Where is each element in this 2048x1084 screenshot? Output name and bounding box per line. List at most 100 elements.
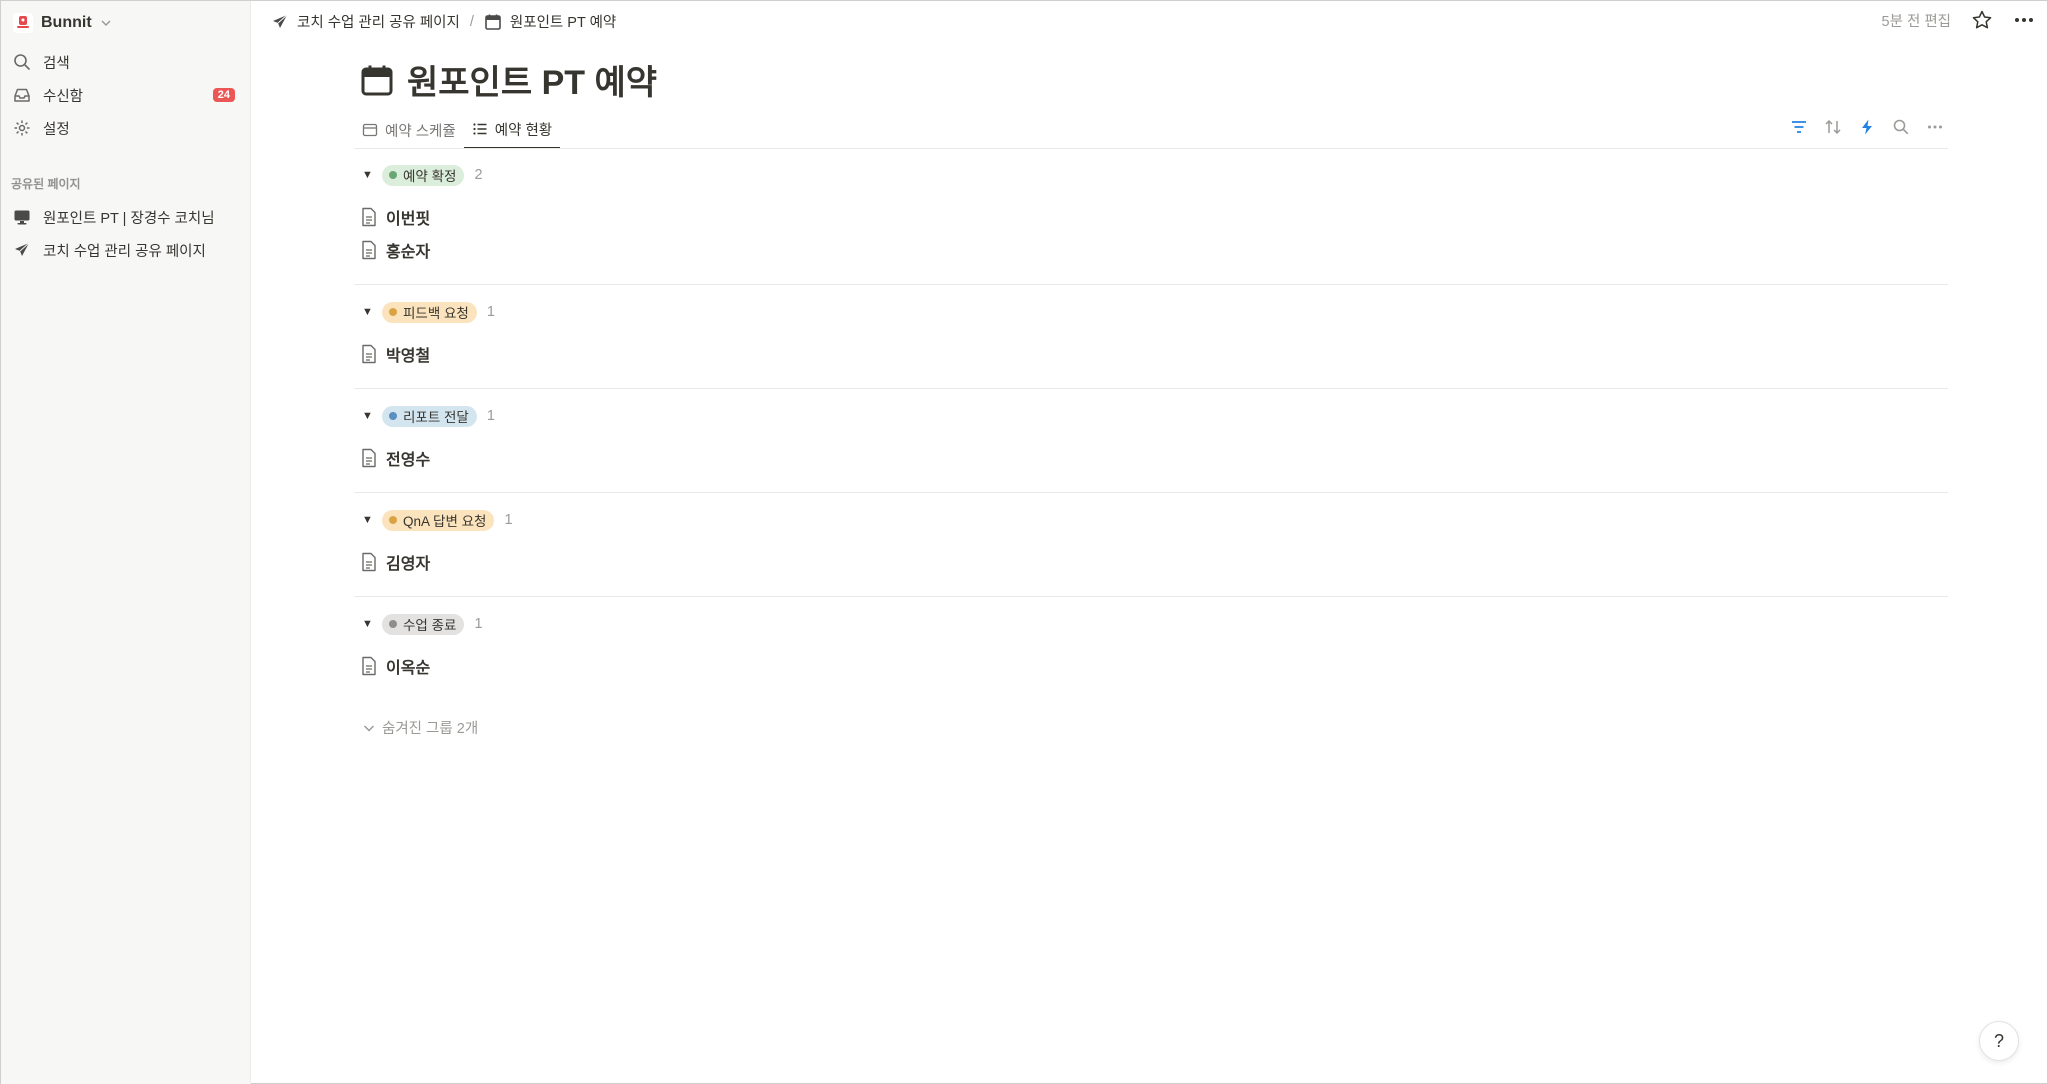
- page-icon: [360, 240, 378, 260]
- page-icon: [360, 207, 378, 227]
- sidebar-item-shared-page[interactable]: 원포인트 PT | 장경수 코치님: [13, 204, 239, 230]
- sidebar-item-label: 원포인트 PT | 장경수 코치님: [43, 210, 215, 227]
- caret-down-icon[interactable]: ▼: [362, 514, 373, 526]
- sidebar-item-label: 코치 수업 관리 공유 페이지: [43, 243, 206, 260]
- automation-lightning-icon[interactable]: [1857, 117, 1877, 137]
- status-dot: [389, 620, 397, 628]
- status-badge: 피드백 요청: [382, 301, 477, 323]
- topbar: 코치 수업 관리 공유 페이지 / 원포인트 PT 예약 5분 전 편집: [251, 1, 2047, 43]
- view-tabs: 예약 스케쥴 예약 현황: [354, 111, 561, 149]
- view-toolbar: [1789, 117, 1945, 137]
- sort-icon[interactable]: [1823, 117, 1843, 137]
- caret-down-icon[interactable]: ▼: [362, 306, 373, 318]
- page-icon: [360, 656, 378, 676]
- more-options-icon[interactable]: [2013, 9, 2035, 31]
- group-count: 2: [474, 167, 483, 183]
- chevron-down-icon: [362, 721, 376, 735]
- status-label: 예약 확정: [403, 169, 457, 184]
- caret-down-icon[interactable]: ▼: [362, 618, 373, 630]
- status-dot: [389, 412, 397, 420]
- sidebar-item-label: 검색: [43, 55, 70, 72]
- group-header[interactable]: ▼ 리포트 전달 1: [362, 404, 495, 428]
- list-item[interactable]: 김영자: [360, 548, 430, 576]
- group-header[interactable]: ▼ 예약 확정 2: [362, 163, 483, 187]
- group-divider: [354, 492, 1948, 493]
- list-item-title: 이번핏: [386, 211, 431, 228]
- filter-icon[interactable]: [1789, 117, 1809, 137]
- bunnit-logo-icon: [13, 13, 33, 33]
- status-label: 수업 종료: [403, 618, 457, 633]
- list-view-icon: [472, 121, 488, 137]
- group-header[interactable]: ▼ 피드백 요청 1: [362, 300, 495, 324]
- group-divider: [354, 388, 1948, 389]
- workspace-switcher[interactable]: Bunnit: [13, 11, 112, 35]
- calendar-view-icon: [362, 122, 378, 138]
- list-item-title: 김영자: [386, 556, 431, 573]
- status-dot: [389, 308, 397, 316]
- sidebar-item-label: 설정: [43, 121, 70, 138]
- group-header[interactable]: ▼ 수업 종료 1: [362, 612, 483, 636]
- search-icon: [13, 53, 31, 71]
- group-count: 1: [486, 304, 495, 320]
- more-options-icon[interactable]: [1925, 117, 1945, 137]
- inbox-icon: [13, 86, 31, 104]
- sidebar-item-label: 수신함: [43, 88, 84, 105]
- help-button[interactable]: ?: [1979, 1021, 2019, 1061]
- sidebar: Bunnit 검색 수신함 24 설정 공유된 페이지 원포인트 PT | 장경…: [1, 1, 251, 1084]
- status-badge: 예약 확정: [382, 164, 465, 186]
- breadcrumb-item[interactable]: 코치 수업 관리 공유 페이지: [271, 11, 460, 32]
- page-icon: [360, 448, 378, 468]
- page-title-text: 원포인트 PT 예약: [407, 64, 658, 102]
- gear-icon: [13, 119, 31, 137]
- group-divider: [354, 596, 1948, 597]
- page-title: 원포인트 PT 예약: [361, 55, 657, 104]
- search-icon[interactable]: [1891, 117, 1911, 137]
- paper-plane-icon: [271, 13, 289, 31]
- tabs-divider: [354, 148, 1948, 149]
- star-icon[interactable]: [1971, 9, 1993, 31]
- breadcrumb-label: 코치 수업 관리 공유 페이지: [297, 15, 460, 31]
- sidebar-item-inbox[interactable]: 수신함 24: [13, 82, 239, 108]
- tab-label: 예약 스케쥴: [385, 123, 456, 140]
- list-item[interactable]: 전영수: [360, 444, 430, 472]
- status-label: 리포트 전달: [403, 410, 469, 425]
- list-item-title: 전영수: [386, 452, 431, 469]
- list-item-title: 이옥순: [386, 660, 431, 677]
- tab-label: 예약 현황: [494, 122, 553, 139]
- list-item[interactable]: 홍순자: [360, 236, 430, 264]
- sidebar-item-search[interactable]: 검색: [13, 49, 239, 75]
- status-label: 피드백 요청: [403, 306, 469, 321]
- sidebar-item-settings[interactable]: 설정: [13, 115, 239, 141]
- breadcrumb: 코치 수업 관리 공유 페이지 / 원포인트 PT 예약: [271, 11, 616, 32]
- inbox-count-badge: 24: [212, 88, 235, 102]
- breadcrumb-label: 원포인트 PT 예약: [509, 15, 617, 31]
- status-dot: [389, 171, 397, 179]
- group-count: 1: [486, 408, 495, 424]
- breadcrumb-separator: /: [469, 13, 474, 30]
- list-item-title: 홍순자: [386, 244, 431, 261]
- monitor-icon: [13, 208, 31, 226]
- group-divider: [354, 284, 1948, 285]
- group-header[interactable]: ▼ QnA 답변 요청 1: [362, 508, 513, 532]
- tab-status[interactable]: 예약 현황: [463, 111, 561, 149]
- hidden-groups-label: 숨겨진 그룹 2개: [382, 721, 479, 737]
- list-item[interactable]: 이번핏: [360, 203, 430, 231]
- caret-down-icon[interactable]: ▼: [362, 410, 373, 422]
- last-edited-text: 5분 전 편집: [1881, 13, 1951, 30]
- page-icon: [360, 552, 378, 572]
- paper-plane-icon: [13, 241, 31, 259]
- breadcrumb-item[interactable]: 원포인트 PT 예약: [484, 11, 616, 32]
- hidden-groups-toggle[interactable]: 숨겨진 그룹 2개: [362, 717, 478, 738]
- workspace-name: Bunnit: [41, 14, 92, 31]
- caret-down-icon[interactable]: ▼: [362, 169, 373, 181]
- list-item[interactable]: 박영철: [360, 340, 430, 368]
- status-badge: QnA 답변 요청: [382, 509, 495, 531]
- status-badge: 수업 종료: [382, 613, 465, 635]
- list-item[interactable]: 이옥순: [360, 652, 430, 680]
- tab-schedule[interactable]: 예약 스케쥴: [354, 111, 464, 149]
- calendar-icon: [484, 13, 502, 31]
- group-count: 1: [474, 616, 483, 632]
- status-dot: [389, 516, 397, 524]
- sidebar-item-shared-page[interactable]: 코치 수업 관리 공유 페이지: [13, 237, 239, 263]
- shared-pages-heading: 공유된 페이지: [11, 177, 81, 191]
